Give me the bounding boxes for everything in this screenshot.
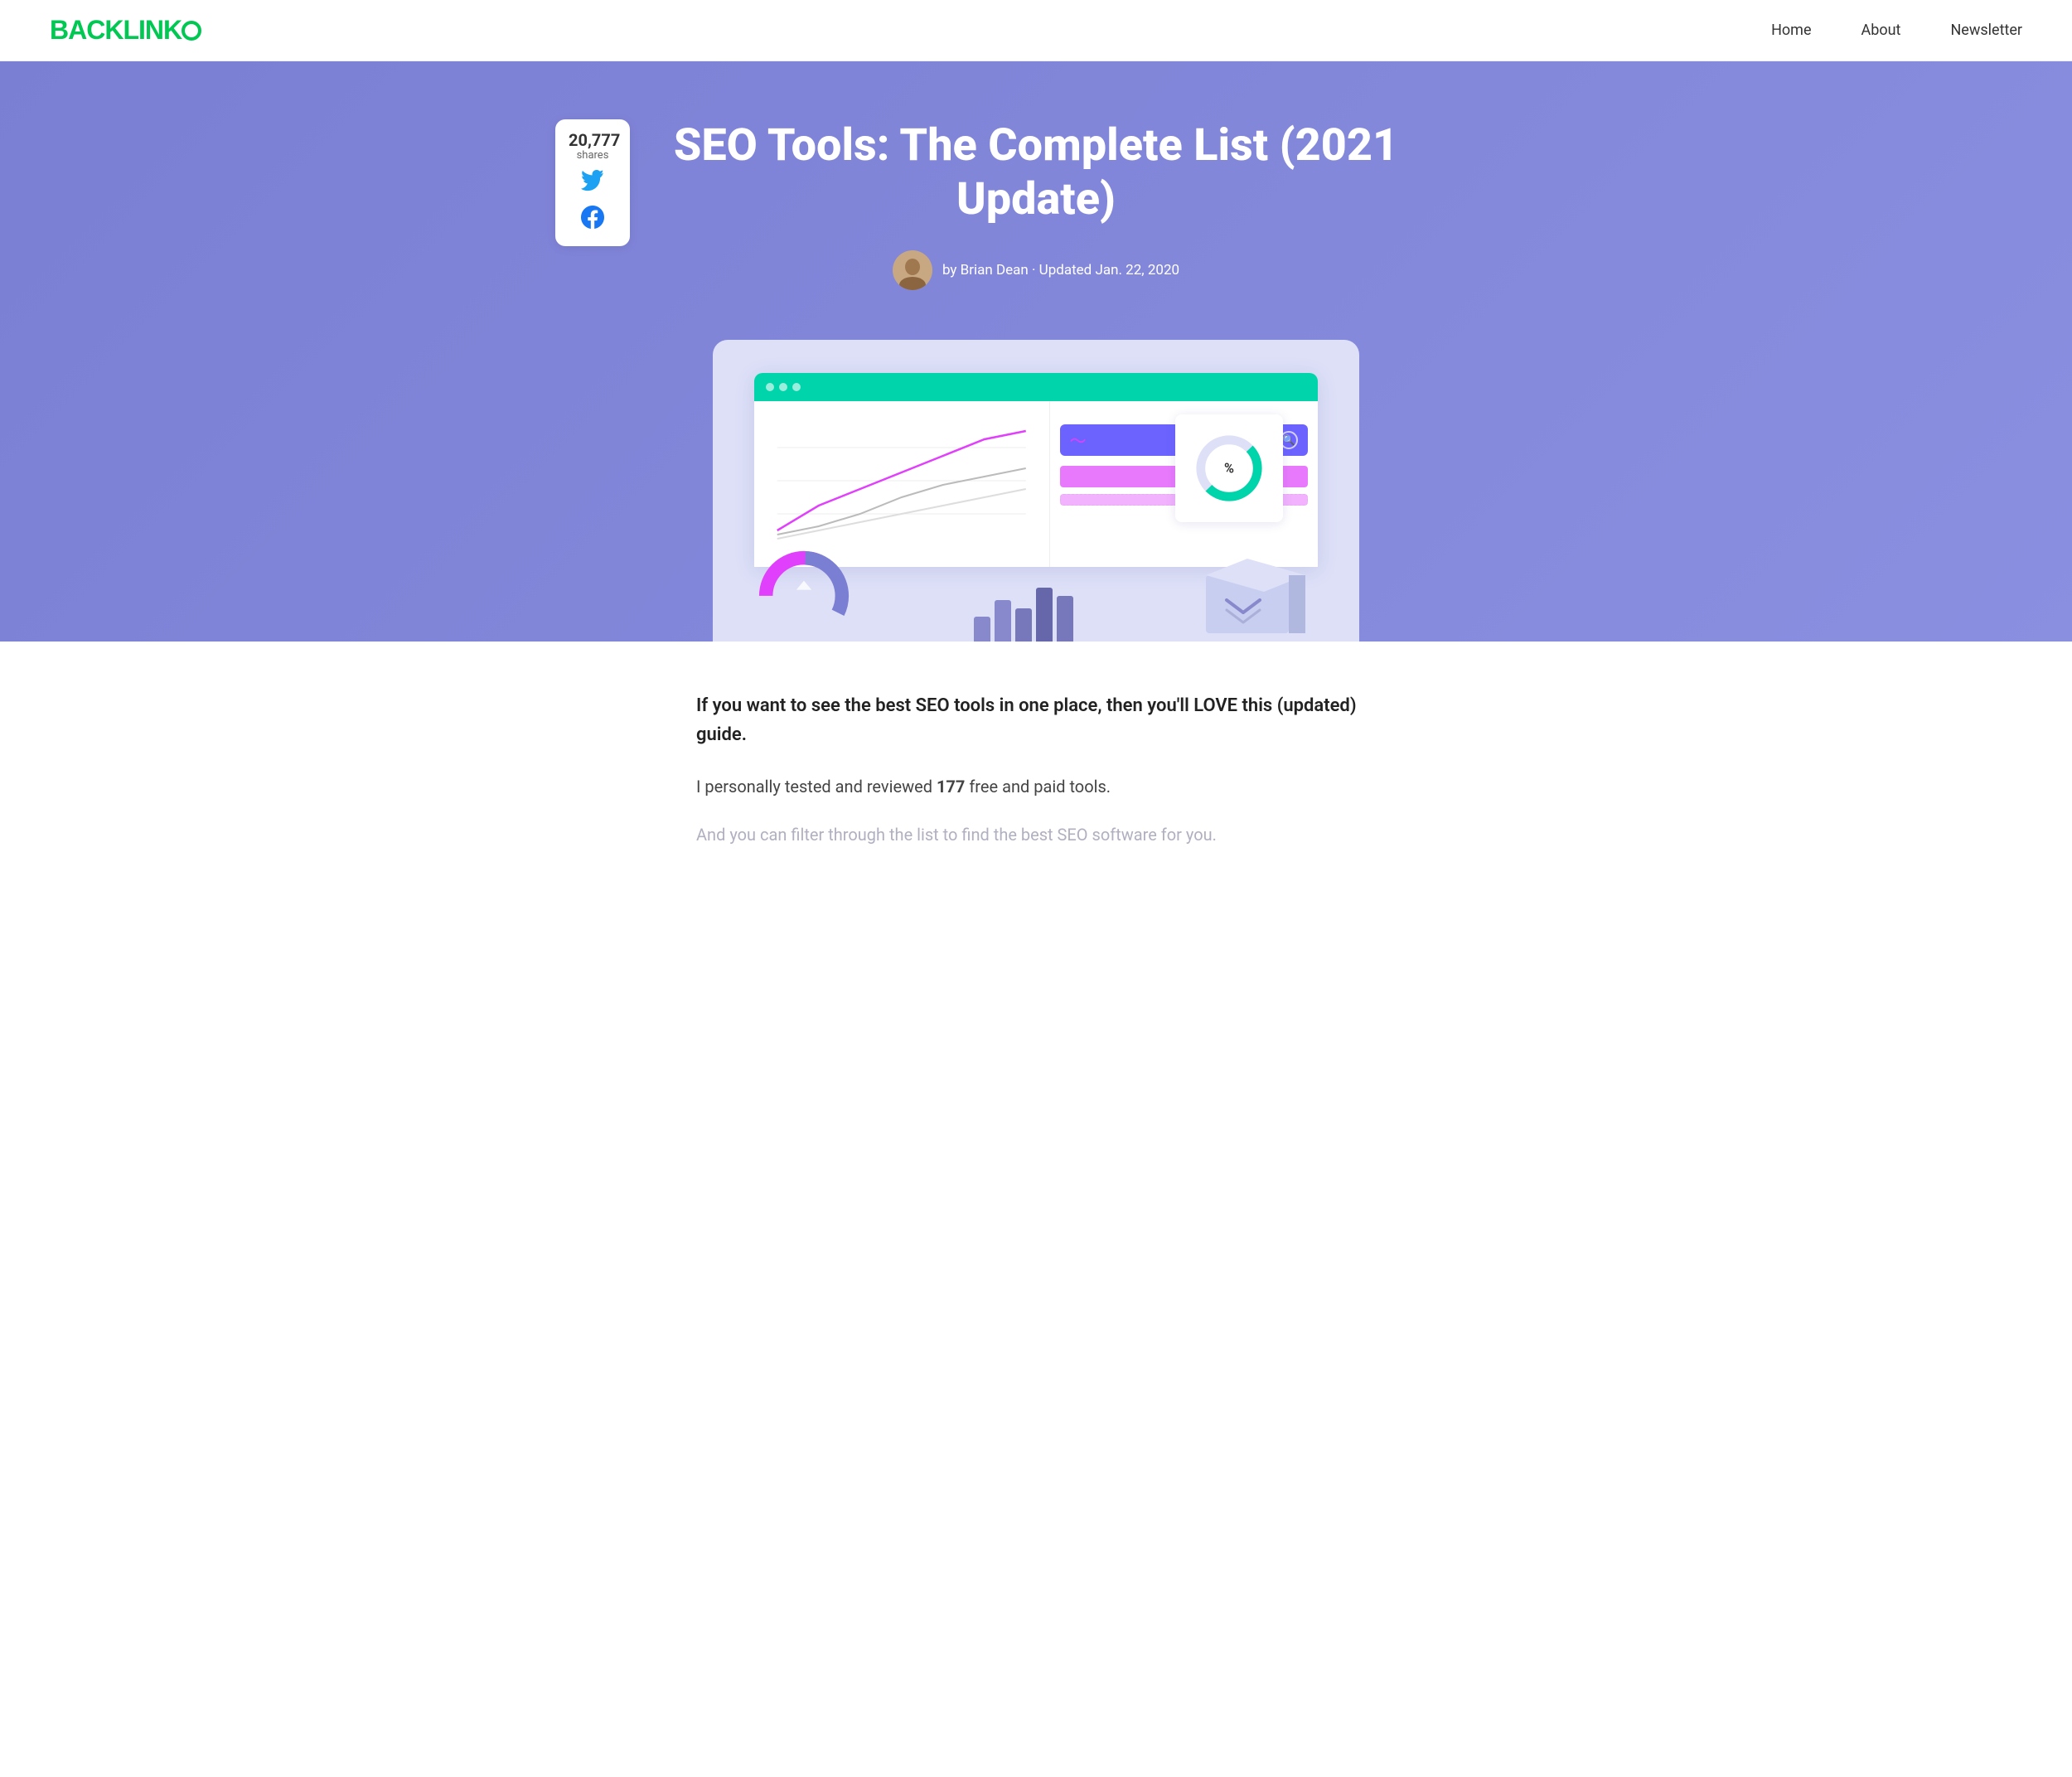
page-title: SEO Tools: The Complete List (2021 Updat…	[646, 119, 1426, 227]
intro-normal-prefix: I personally tested and reviewed	[696, 777, 937, 797]
box-illustration	[1193, 550, 1318, 642]
line-chart	[767, 414, 1036, 547]
intro-paragraph-1: If you want to see the best SEO tools in…	[696, 691, 1376, 749]
hero-section: 20,777 shares SEO Tools: The Complete Li…	[0, 61, 2072, 642]
intro-paragraph-2: I personally tested and reviewed 177 fre…	[696, 772, 1376, 801]
bar-2	[995, 600, 1011, 642]
intro-paragraph-3: And you can filter through the list to f…	[696, 821, 1376, 849]
share-widget: 20,777 shares	[555, 119, 630, 246]
browser-bar	[754, 373, 1318, 401]
browser-dot-1	[766, 383, 774, 391]
twitter-share-button[interactable]	[569, 170, 617, 199]
author-updated-text: by Brian Dean · Updated Jan. 22, 2020	[942, 262, 1179, 278]
nav-newsletter[interactable]: Newsletter	[1950, 22, 2022, 39]
intro-number: 177	[937, 777, 965, 797]
bar-3	[1015, 608, 1032, 642]
bar-4	[1036, 588, 1053, 642]
facebook-share-button[interactable]	[569, 206, 617, 235]
bar-1	[974, 617, 990, 642]
search-panel: 〜 🔍 %	[1049, 401, 1319, 567]
donut-chart-large	[754, 550, 854, 642]
search-squiggle-icon: 〜	[1070, 428, 1087, 452]
main-nav: BACKLINK Home About Newsletter	[0, 0, 2072, 61]
intro-normal-suffix: free and paid tools.	[965, 777, 1111, 797]
chart-panel	[754, 401, 1049, 567]
browser-mockup: 〜 🔍 %	[754, 373, 1318, 567]
pie-chart: %	[1192, 431, 1266, 506]
bar-chart	[974, 575, 1073, 642]
pie-chart-box: %	[1175, 414, 1283, 522]
hero-illustration: 〜 🔍 %	[713, 340, 1359, 642]
browser-content: 〜 🔍 %	[754, 401, 1318, 567]
author-line: by Brian Dean · Updated Jan. 22, 2020	[646, 250, 1426, 290]
browser-dot-2	[779, 383, 787, 391]
nav-home[interactable]: Home	[1771, 22, 1811, 39]
logo[interactable]: BACKLINK	[50, 15, 201, 46]
share-label: shares	[569, 149, 617, 162]
browser-dot-3	[792, 383, 801, 391]
author-avatar	[893, 250, 932, 290]
content-area: If you want to see the best SEO tools in…	[663, 642, 1409, 898]
nav-links: Home About Newsletter	[1771, 22, 2022, 39]
share-count: 20,777	[569, 131, 617, 149]
hero-title-area: SEO Tools: The Complete List (2021 Updat…	[580, 111, 1492, 315]
svg-text:%: %	[1224, 460, 1234, 476]
nav-about[interactable]: About	[1861, 22, 1901, 39]
bar-5	[1057, 596, 1073, 642]
